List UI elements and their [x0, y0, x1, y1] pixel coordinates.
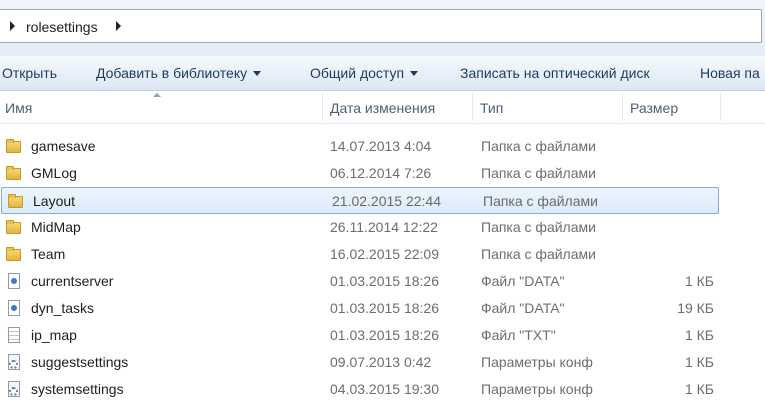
- column-header-name[interactable]: Имя: [5, 100, 32, 116]
- file-name: systemsettings: [31, 381, 124, 397]
- txt-icon: [6, 327, 22, 343]
- file-date: 16.02.2015 22:09: [330, 246, 439, 262]
- file-row[interactable]: gamesave 14.07.2013 4:04 Папка с файлами: [0, 133, 720, 160]
- breadcrumb-rolesettings[interactable]: rolesettings: [26, 19, 98, 35]
- folder-icon: [6, 246, 22, 262]
- file-date: 14.07.2013 4:04: [330, 138, 432, 154]
- file-row[interactable]: MidMap 26.11.2014 12:22 Папка с файлами: [0, 214, 720, 241]
- folder-icon: [6, 219, 22, 235]
- file-date: 01.03.2015 18:26: [330, 327, 439, 343]
- column-divider[interactable]: [322, 93, 323, 121]
- file-name: gamesave: [31, 138, 96, 154]
- gear-icon: [6, 381, 22, 397]
- column-header-size[interactable]: Размер: [630, 100, 678, 116]
- file-name: Layout: [33, 193, 76, 209]
- file-date: 26.11.2014 12:22: [330, 219, 438, 235]
- file-size: 1 КБ: [684, 381, 714, 397]
- share-button[interactable]: Общий доступ: [310, 65, 419, 81]
- column-headers: Имя Дата изменения Тип Размер: [0, 91, 765, 124]
- file-row[interactable]: Layout 21.02.2015 22:44 Папка с файлами: [1, 187, 719, 214]
- open-button[interactable]: Открыть: [2, 65, 57, 81]
- file-date: 04.03.2015 19:30: [330, 381, 439, 397]
- chevron-down-icon: [410, 71, 419, 76]
- chevron-down-icon: [253, 71, 262, 76]
- file-row[interactable]: suggestsettings 09.07.2013 0:42 Параметры …: [0, 349, 720, 376]
- file-name: currentserver: [31, 273, 114, 289]
- file-date: 09.07.2013 0:42: [330, 354, 432, 370]
- column-header-type[interactable]: Тип: [480, 100, 503, 116]
- file-name: dyn_tasks: [31, 300, 95, 316]
- file-type: Папка с файлами: [481, 165, 596, 181]
- folder-icon: [6, 165, 22, 181]
- file-type: Папка с файлами: [483, 193, 598, 209]
- file-type: Файл "TXT": [481, 327, 556, 343]
- burn-disc-button[interactable]: Записать на оптический диск: [460, 65, 650, 81]
- file-type: Папка с файлами: [481, 138, 596, 154]
- folder-icon: [6, 138, 22, 154]
- command-toolbar: Открыть Добавить в библиотеку Общий дост…: [0, 56, 765, 91]
- file-size: 1 КБ: [684, 354, 714, 370]
- breadcrumb-arrow-icon[interactable]: [10, 21, 15, 31]
- file-row[interactable]: systemsettings 04.03.2015 19:30 Параметры …: [0, 376, 720, 403]
- file-row[interactable]: GMLog 06.12.2014 7:26 Папка с файлами: [0, 160, 720, 187]
- file-type: Параметры конф: [481, 354, 593, 370]
- file-row[interactable]: ip_map 01.03.2015 18:26 Файл "TXT" 1 КБ: [0, 322, 720, 349]
- add-to-library-button[interactable]: Добавить в библиотеку: [96, 65, 262, 81]
- file-row[interactable]: Team 16.02.2015 22:09 Папка с файлами: [0, 241, 720, 268]
- column-divider[interactable]: [720, 93, 721, 121]
- file-name: Team: [31, 246, 66, 262]
- address-bar-area: rolesettings: [0, 0, 765, 56]
- address-bar[interactable]: rolesettings: [0, 9, 762, 43]
- file-row[interactable]: dyn_tasks 01.03.2015 18:26 Файл "DATA" 19 К…: [0, 295, 720, 322]
- gear-icon: [6, 354, 22, 370]
- file-name: ip_map: [31, 327, 77, 343]
- breadcrumb-arrow-icon[interactable]: [116, 21, 121, 31]
- column-divider[interactable]: [472, 93, 473, 121]
- file-row[interactable]: currentserver 01.03.2015 18:26 Файл "DATA"…: [0, 268, 720, 295]
- file-type: Параметры конф: [481, 381, 593, 397]
- column-divider[interactable]: [622, 93, 623, 121]
- sort-up-icon: [153, 93, 161, 97]
- file-size: 1 КБ: [684, 327, 714, 343]
- file-date: 01.03.2015 18:26: [330, 273, 439, 289]
- new-folder-button[interactable]: Новая па: [700, 65, 760, 81]
- file-size: 19 КБ: [677, 300, 714, 316]
- file-size: 1 КБ: [684, 273, 714, 289]
- file-icon: [6, 273, 22, 289]
- file-type: Файл "DATA": [481, 273, 565, 289]
- file-date: 06.12.2014 7:26: [330, 165, 432, 181]
- file-icon: [6, 300, 22, 316]
- column-header-date[interactable]: Дата изменения: [330, 100, 435, 116]
- file-date: 01.03.2015 18:26: [330, 300, 439, 316]
- file-date: 21.02.2015 22:44: [332, 193, 441, 209]
- file-name: GMLog: [31, 165, 77, 181]
- folder-icon: [8, 193, 24, 209]
- file-type: Папка с файлами: [481, 219, 596, 235]
- file-type: Папка с файлами: [481, 246, 596, 262]
- file-name: MidMap: [31, 219, 81, 235]
- file-name: suggestsettings: [31, 354, 129, 370]
- file-type: Файл "DATA": [481, 300, 565, 316]
